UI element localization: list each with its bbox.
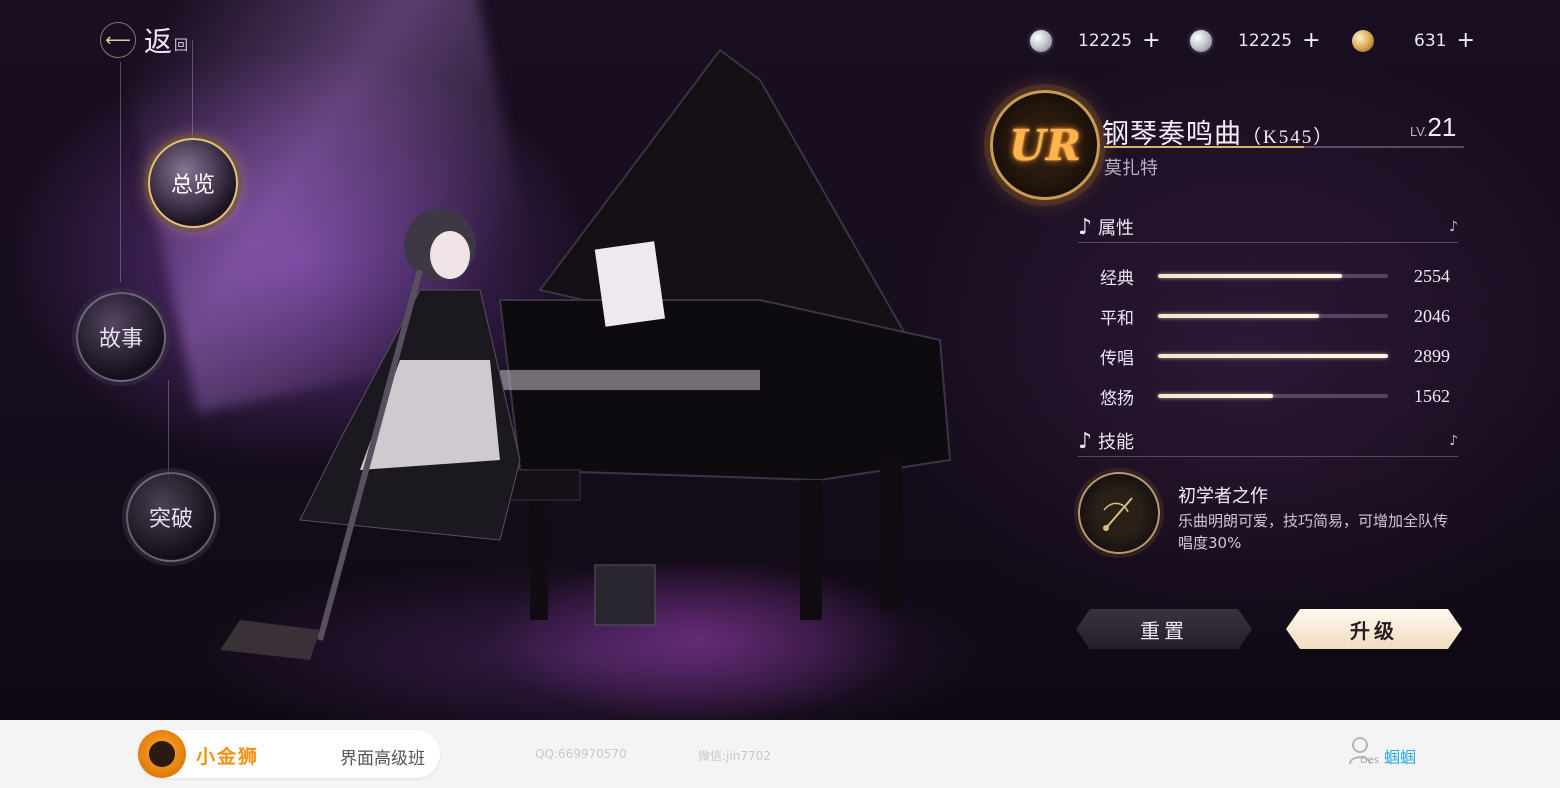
nav-story[interactable]: 故事 <box>76 292 166 382</box>
piano-leg <box>800 480 822 620</box>
piano-leg <box>880 460 902 610</box>
nav-overview[interactable]: 总览 <box>148 138 238 228</box>
stat-bar <box>1158 314 1388 318</box>
qq-contact: QQ:669970570 <box>535 747 627 761</box>
skill-name: 初学者之作 <box>1178 486 1268 507</box>
nav-breakthrough[interactable]: 突破 <box>126 472 216 562</box>
card-author: 莫扎特 <box>1104 158 1158 178</box>
music-note-icon: ♪ <box>1078 214 1093 240</box>
stat-row: 传唱 2899 <box>1100 344 1450 369</box>
currency-moon: 631 + <box>1352 28 1475 53</box>
rarity-badge: UR <box>990 90 1100 200</box>
piano-keys <box>500 370 760 390</box>
skill-description: 乐曲明朗可爱，技巧简易，可增加全队传唱度30% <box>1178 512 1449 552</box>
character-illustration <box>220 48 952 660</box>
stat-value: 2899 <box>1414 345 1450 366</box>
currency-value: 12225 <box>1238 30 1293 51</box>
stat-label: 经典 <box>1100 268 1134 289</box>
attributes-heading: 属性 <box>1098 218 1135 239</box>
nav-chain <box>120 62 121 282</box>
baton-icon <box>1103 497 1133 531</box>
nav-overview-label: 总览 <box>170 172 215 197</box>
nav-story-label: 故事 <box>98 326 143 351</box>
bucket <box>594 564 656 626</box>
stat-label: 悠扬 <box>1100 388 1134 409</box>
skill-icon[interactable] <box>1078 472 1160 554</box>
stat-label: 平和 <box>1100 308 1134 329</box>
title-divider <box>1104 146 1464 148</box>
user-sublabel: Des <box>1360 755 1380 766</box>
nav-chain <box>168 380 169 480</box>
add-currency-button[interactable]: + <box>1456 28 1474 53</box>
stat-bar <box>1158 274 1388 278</box>
level-value: 21 <box>1427 112 1457 142</box>
skill-heading: 技能 <box>1098 432 1135 453</box>
upgrade-button-label: 升级 <box>1350 618 1398 643</box>
stat-bar-fill <box>1158 314 1319 318</box>
back-button[interactable]: ⟵ 返 回 <box>100 20 188 60</box>
currency-silver-2: 12225 + <box>1190 28 1321 53</box>
stat-bar-fill <box>1158 394 1273 398</box>
music-note-icon: ♪ <box>1449 219 1458 235</box>
ornament-arrow-icon: ⟵ <box>100 22 136 58</box>
add-currency-button[interactable]: + <box>1142 28 1160 53</box>
back-label: 返 <box>144 27 173 58</box>
stat-value: 2046 <box>1414 305 1450 326</box>
currency-silver-1: 12225 + <box>1030 28 1161 53</box>
silver-coin-icon <box>1190 29 1212 52</box>
stat-bar <box>1158 394 1388 398</box>
silver-coin-icon <box>1030 29 1052 52</box>
nav-chain <box>192 40 193 140</box>
rarity-label: UR <box>1009 120 1081 170</box>
stat-value: 2554 <box>1414 265 1450 286</box>
attributes-header: ♪ 属性 ♪ <box>1078 212 1458 243</box>
add-currency-button[interactable]: + <box>1302 28 1320 53</box>
maid-face <box>430 231 470 279</box>
stat-value: 1562 <box>1414 385 1450 406</box>
level-label: LV. <box>1410 124 1428 139</box>
stat-row: 悠扬 1562 <box>1100 384 1450 409</box>
brand-name: 小金狮 <box>196 746 260 768</box>
username: 蝈蝈 <box>1384 748 1417 767</box>
lion-logo-icon <box>138 730 186 778</box>
course-name: 界面高级班 <box>340 749 425 769</box>
stat-row: 经典 2554 <box>1100 264 1450 289</box>
footer-bar: 小金狮 界面高级班 QQ:669970570 微信:jin7702 Des 蝈蝈 <box>0 720 1560 788</box>
stat-row: 平和 2046 <box>1100 304 1450 329</box>
brand-pill: 小金狮 界面高级班 <box>138 730 440 778</box>
currency-value: 631 <box>1414 30 1447 51</box>
nav-breakthrough-label: 突破 <box>148 506 193 531</box>
broom-head <box>220 620 320 660</box>
stat-bar-fill <box>1158 274 1342 278</box>
stat-bar-fill <box>1158 354 1388 358</box>
currency-value: 12225 <box>1078 30 1133 51</box>
moon-crystal-icon <box>1352 29 1374 52</box>
wechat-contact: 微信:jin7702 <box>698 749 771 763</box>
sheet-music <box>594 241 665 327</box>
upgrade-button[interactable]: 升级 <box>1286 609 1462 649</box>
reset-button-label: 重置 <box>1140 618 1188 643</box>
music-note-icon: ♪ <box>1078 428 1093 454</box>
game-scene: ⟵ 返 回 总览 故事 突破 12225 + 12225 + 631 + UR … <box>0 0 1560 720</box>
stat-label: 传唱 <box>1100 348 1134 369</box>
level-display: LV.21 <box>1410 112 1456 143</box>
reset-button[interactable]: 重置 <box>1076 609 1252 649</box>
card-title-suffix: （K545） <box>1242 127 1335 148</box>
back-sublabel: 回 <box>174 38 189 54</box>
card-title-text: 钢琴奏鸣曲 <box>1102 119 1242 149</box>
stat-bar <box>1158 354 1388 358</box>
music-note-icon: ♪ <box>1449 433 1458 449</box>
skill-header: ♪ 技能 ♪ <box>1078 426 1458 457</box>
